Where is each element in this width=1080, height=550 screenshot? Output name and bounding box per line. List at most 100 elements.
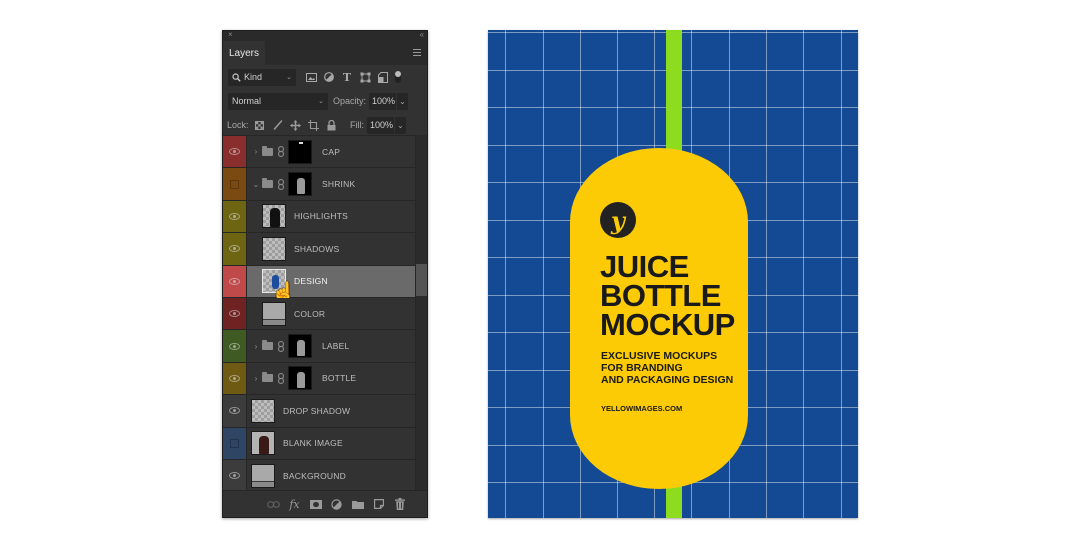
headline-line-1: JUICE bbox=[600, 249, 689, 284]
layer-thumbnail[interactable] bbox=[288, 172, 312, 197]
lock-position-icon[interactable] bbox=[287, 117, 305, 134]
layer-row[interactable]: › BOTTLE bbox=[223, 362, 415, 396]
eye-icon bbox=[229, 245, 240, 253]
fill-input[interactable]: 100% bbox=[367, 116, 394, 134]
artwork-canvas: y JUICE BOTTLE MOCKUP EXCLUSIVE MOCKUPS … bbox=[488, 30, 858, 518]
layer-row[interactable]: SHADOWS bbox=[223, 233, 415, 266]
layer-row[interactable]: HIGHLIGHTS bbox=[223, 200, 415, 234]
headline-line-2: BOTTLE bbox=[600, 278, 721, 313]
layer-thumbnail[interactable] bbox=[251, 463, 275, 488]
close-panel-icon[interactable]: × bbox=[228, 30, 233, 39]
folder-icon bbox=[262, 145, 273, 156]
chevron-right-icon[interactable]: › bbox=[251, 374, 261, 383]
layer-thumbnail[interactable] bbox=[262, 269, 286, 294]
visibility-toggle[interactable] bbox=[223, 459, 247, 492]
layer-row[interactable]: › CAP bbox=[223, 136, 415, 169]
opacity-input[interactable]: 100% bbox=[369, 92, 397, 110]
type-filter-icon[interactable]: T bbox=[338, 69, 356, 86]
mask-link-icon[interactable] bbox=[277, 372, 284, 384]
lock-artboard-icon[interactable] bbox=[305, 117, 323, 134]
eye-icon bbox=[229, 310, 240, 318]
visibility-toggle-hidden[interactable] bbox=[223, 168, 247, 200]
layer-name: SHRINK bbox=[322, 179, 356, 190]
adjustment-filter-icon[interactable] bbox=[320, 69, 338, 86]
visibility-toggle-hidden[interactable] bbox=[223, 427, 247, 459]
layer-thumbnail[interactable] bbox=[262, 236, 286, 261]
visibility-toggle[interactable] bbox=[223, 297, 247, 330]
subheading-line-2: FOR BRANDING bbox=[601, 362, 683, 374]
visibility-toggle[interactable] bbox=[223, 395, 247, 427]
panel-menu-icon[interactable] bbox=[413, 49, 421, 58]
visibility-toggle[interactable] bbox=[223, 136, 247, 168]
mask-link-icon[interactable] bbox=[277, 146, 284, 158]
delete-layer-trash-icon[interactable] bbox=[392, 497, 407, 512]
layer-thumbnail[interactable] bbox=[262, 301, 286, 326]
lock-label: Lock: bbox=[227, 120, 249, 130]
layer-thumbnail[interactable] bbox=[251, 398, 275, 423]
fill-label: Fill: bbox=[350, 120, 364, 130]
eye-icon bbox=[229, 472, 240, 480]
mask-link-icon[interactable] bbox=[277, 178, 284, 190]
chevron-right-icon[interactable]: › bbox=[251, 147, 261, 156]
eye-icon bbox=[229, 212, 240, 220]
kind-filter-select[interactable]: Kind ⌄ bbox=[228, 68, 296, 86]
panel-title-bar: × ‹‹ bbox=[223, 30, 427, 41]
fill-dropdown-button[interactable]: ⌄ bbox=[394, 116, 406, 134]
layer-thumbnail[interactable] bbox=[288, 334, 312, 359]
layer-name: DESIGN bbox=[294, 276, 328, 287]
layer-name: COLOR bbox=[294, 308, 326, 319]
layer-row[interactable]: › LABEL bbox=[223, 330, 415, 363]
layers-scrollbar[interactable] bbox=[415, 135, 427, 492]
collapse-panel-icon[interactable]: ‹‹ bbox=[420, 30, 424, 39]
new-layer-icon[interactable] bbox=[371, 497, 386, 512]
blend-mode-value: Normal bbox=[232, 96, 262, 106]
visibility-toggle[interactable] bbox=[223, 330, 247, 362]
eye-icon bbox=[229, 148, 240, 156]
pixel-filter-icon[interactable] bbox=[302, 69, 320, 86]
subheading: EXCLUSIVE MOCKUPS FOR BRANDING AND PACKA… bbox=[601, 350, 733, 386]
opacity-dropdown-button[interactable]: ⌄ bbox=[396, 92, 409, 110]
lock-image-pixels-icon[interactable] bbox=[269, 117, 287, 134]
lock-transparent-pixels-icon[interactable] bbox=[251, 117, 269, 134]
eye-icon bbox=[229, 374, 240, 382]
layer-name: SHADOWS bbox=[294, 243, 340, 254]
layer-row[interactable]: DROP SHADOW bbox=[223, 395, 415, 428]
visibility-toggle[interactable] bbox=[223, 233, 247, 265]
layer-thumbnail[interactable] bbox=[251, 431, 275, 456]
eye-icon bbox=[229, 342, 240, 350]
filter-toggle-switch[interactable] bbox=[395, 71, 401, 83]
new-group-folder-icon[interactable] bbox=[350, 497, 365, 512]
layer-style-fx-icon[interactable]: fx bbox=[287, 497, 302, 512]
link-layers-icon[interactable] bbox=[266, 497, 281, 512]
add-mask-icon[interactable] bbox=[308, 497, 323, 512]
layer-row[interactable]: COLOR bbox=[223, 297, 415, 331]
chevron-down-icon: ⌄ bbox=[397, 120, 404, 130]
new-adjustment-layer-icon[interactable] bbox=[329, 497, 344, 512]
blend-mode-select[interactable]: Normal ⌄ bbox=[228, 92, 328, 110]
layer-name: BOTTLE bbox=[322, 373, 357, 384]
layer-row[interactable]: DESIGN ☝ bbox=[223, 265, 415, 304]
layer-row[interactable]: ⌄ SHRINK bbox=[223, 168, 415, 201]
layer-thumbnail[interactable] bbox=[288, 366, 312, 391]
layer-name: DROP SHADOW bbox=[283, 405, 351, 416]
tab-layers[interactable]: Layers bbox=[223, 41, 265, 65]
visibility-toggle[interactable] bbox=[223, 265, 247, 297]
layer-thumbnail[interactable] bbox=[262, 204, 286, 229]
headline: JUICE BOTTLE MOCKUP bbox=[600, 249, 735, 342]
shape-filter-icon[interactable] bbox=[356, 69, 374, 86]
lock-all-icon[interactable] bbox=[323, 117, 341, 134]
scrollbar-thumb[interactable] bbox=[416, 264, 427, 296]
chevron-right-icon[interactable]: › bbox=[251, 342, 261, 351]
mask-link-icon[interactable] bbox=[277, 340, 284, 352]
layer-row[interactable]: BACKGROUND bbox=[223, 459, 415, 492]
smart-object-filter-icon[interactable] bbox=[374, 69, 392, 86]
layer-row[interactable]: BLANK IMAGE bbox=[223, 427, 415, 460]
layers-bottom-toolbar: fx bbox=[223, 490, 427, 517]
headline-line-3: MOCKUP bbox=[600, 307, 735, 342]
chevron-down-icon: ⌄ bbox=[318, 98, 324, 105]
visibility-toggle[interactable] bbox=[223, 362, 247, 395]
layer-thumbnail[interactable] bbox=[288, 139, 312, 164]
blend-row: Normal ⌄ Opacity: 100% ⌄ bbox=[223, 89, 427, 113]
visibility-toggle[interactable] bbox=[223, 200, 247, 233]
chevron-down-icon[interactable]: ⌄ bbox=[251, 180, 261, 189]
